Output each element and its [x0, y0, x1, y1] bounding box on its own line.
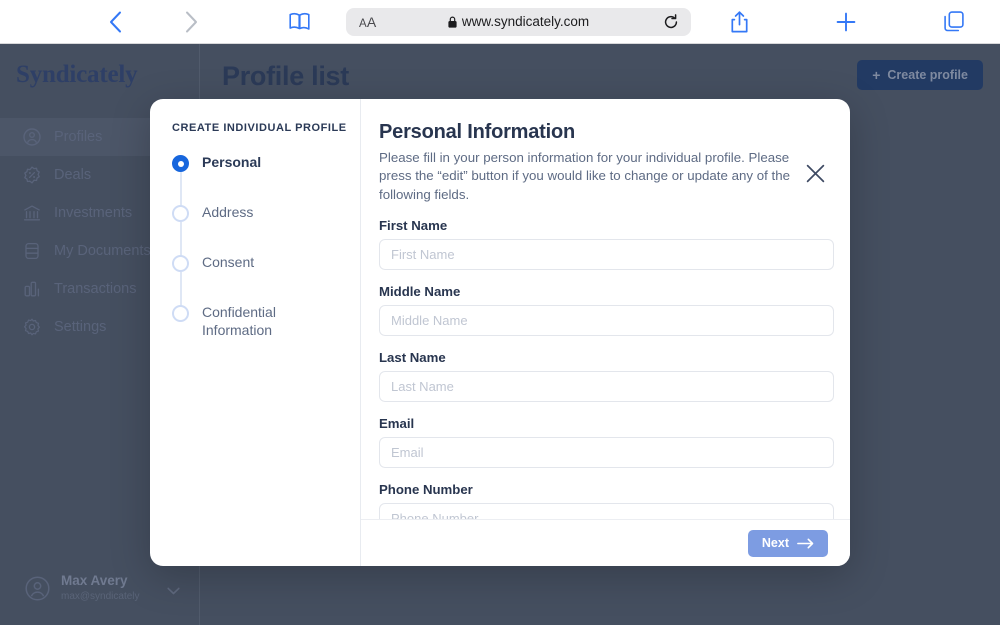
user-name: Max Avery — [61, 573, 140, 590]
browser-forward-button[interactable] — [176, 7, 206, 37]
modal-description: Please fill in your person information f… — [379, 149, 820, 204]
step-connector-line — [180, 172, 182, 208]
next-button[interactable]: Next — [748, 530, 828, 557]
step-indicator-dot — [172, 155, 189, 172]
step-indicator-dot — [172, 305, 189, 322]
create-profile-button[interactable]: + Create profile — [857, 60, 983, 90]
url-text: www.syndicately.com — [462, 14, 589, 29]
step-personal[interactable]: Personal — [172, 153, 360, 203]
last-name-input[interactable] — [379, 371, 834, 402]
sidebar-item-label: Settings — [54, 319, 106, 335]
sidebar-item-label: Profiles — [54, 129, 102, 145]
share-icon — [731, 11, 748, 33]
sidebar-item-label: Investments — [54, 205, 132, 221]
step-label: Confidential Information — [202, 303, 298, 340]
create-profile-modal: CREATE INDIVIDUAL PROFILE Personal Addre… — [150, 99, 850, 566]
email-input[interactable] — [379, 437, 834, 468]
step-label: Address — [202, 203, 253, 222]
step-label: Personal — [202, 153, 261, 172]
field-first-name: First Name — [379, 218, 820, 270]
address-bar[interactable]: AA www.syndicately.com — [346, 8, 691, 36]
gear-icon — [22, 318, 41, 337]
browser-toolbar: AA www.syndicately.com — [0, 0, 1000, 44]
documents-icon — [22, 242, 41, 261]
text-size-large-label: A — [367, 14, 377, 30]
field-email: Email — [379, 416, 820, 468]
step-indicator-dot — [172, 255, 189, 272]
sidebar-item-label: Deals — [54, 167, 91, 183]
user-email: max@syndicately — [61, 591, 140, 604]
tabs-icon — [944, 11, 964, 32]
field-phone-number: Phone Number — [379, 482, 820, 519]
show-tabs-button[interactable] — [939, 7, 969, 37]
reload-button[interactable] — [663, 14, 679, 30]
close-modal-button[interactable] — [805, 164, 825, 184]
step-indicator-dot — [172, 205, 189, 222]
browser-back-button[interactable] — [100, 7, 130, 37]
deal-badge-icon — [22, 166, 41, 185]
stepper-panel: CREATE INDIVIDUAL PROFILE Personal Addre… — [150, 99, 361, 566]
step-label: Consent — [202, 253, 254, 272]
modal-title: Personal Information — [379, 121, 820, 144]
chevron-left-icon — [109, 11, 122, 33]
field-label: Phone Number — [379, 482, 820, 497]
bank-icon — [22, 204, 41, 223]
first-name-input[interactable] — [379, 239, 834, 270]
chevron-down-icon[interactable] — [167, 582, 180, 600]
arrow-right-icon — [797, 538, 814, 549]
user-info: Max Avery max@syndicately — [61, 573, 140, 603]
step-confidential-information[interactable]: Confidential Information — [172, 303, 360, 353]
share-button[interactable] — [724, 7, 754, 37]
reader-view-button[interactable] — [284, 7, 314, 37]
form-panel: Personal Information Please fill in your… — [361, 99, 850, 566]
stepper-list: Personal Address Consent Confidential In… — [172, 153, 360, 353]
book-icon — [289, 12, 310, 31]
step-connector-line — [180, 222, 182, 258]
url-display: www.syndicately.com — [346, 14, 691, 29]
sidebar-user-menu[interactable]: Max Avery max@syndicately — [12, 564, 188, 612]
profile-circle-icon — [22, 128, 41, 147]
field-last-name: Last Name — [379, 350, 820, 402]
new-tab-button[interactable] — [831, 7, 861, 37]
sidebar-item-label: My Documents — [54, 243, 151, 259]
app-root: Syndicately Profiles — [0, 44, 1000, 625]
plus-icon: + — [872, 68, 880, 82]
step-consent[interactable]: Consent — [172, 253, 360, 303]
field-label: Email — [379, 416, 820, 431]
modal-footer: Next — [361, 519, 850, 566]
reload-icon — [663, 14, 679, 30]
field-label: Middle Name — [379, 284, 820, 299]
avatar — [25, 576, 50, 601]
text-size-button[interactable]: AA — [359, 14, 376, 30]
field-label: Last Name — [379, 350, 820, 365]
lock-icon — [448, 16, 457, 28]
plus-icon — [836, 12, 856, 32]
field-label: First Name — [379, 218, 820, 233]
brand-logo[interactable]: Syndicately — [0, 44, 199, 89]
sidebar-item-label: Transactions — [54, 281, 136, 297]
close-icon — [806, 164, 825, 183]
step-connector-line — [180, 272, 182, 308]
bar-chart-icon — [22, 280, 41, 299]
field-middle-name: Middle Name — [379, 284, 820, 336]
next-button-label: Next — [762, 536, 789, 550]
phone-number-input[interactable] — [379, 503, 834, 519]
stepper-title: CREATE INDIVIDUAL PROFILE — [172, 122, 360, 134]
form-scroll-area[interactable]: Personal Information Please fill in your… — [361, 99, 850, 519]
create-profile-label: Create profile — [887, 68, 968, 82]
step-address[interactable]: Address — [172, 203, 360, 253]
text-size-small-label: A — [359, 18, 367, 30]
chevron-right-icon — [185, 11, 198, 33]
middle-name-input[interactable] — [379, 305, 834, 336]
